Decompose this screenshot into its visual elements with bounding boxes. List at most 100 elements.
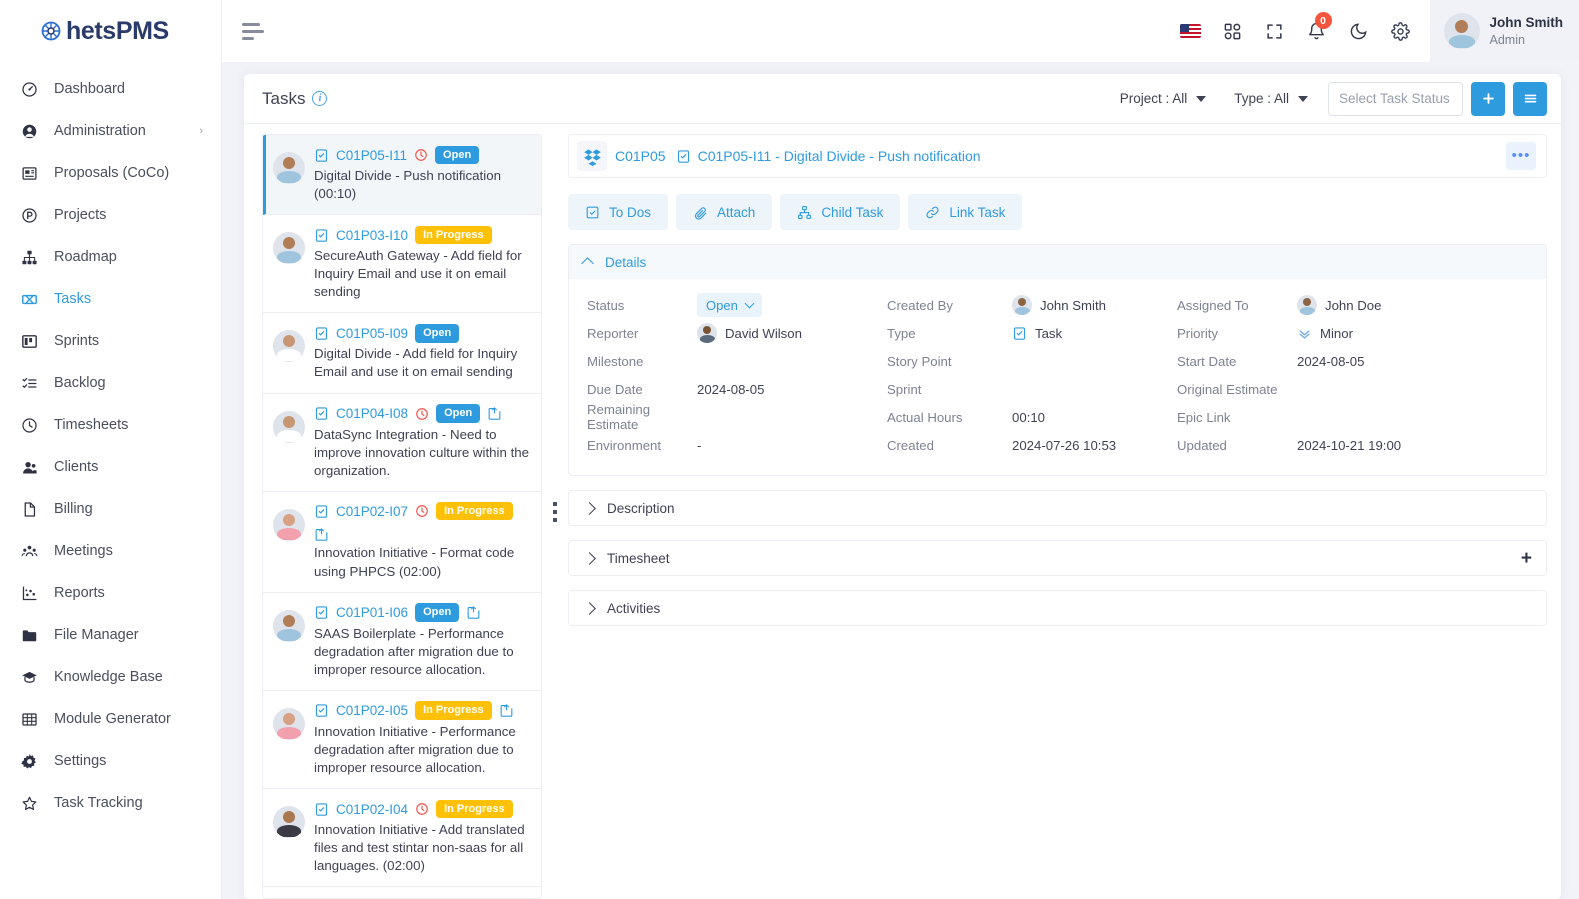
task-check-icon: [676, 149, 691, 164]
sidebar-item-dashboard[interactable]: Dashboard: [0, 68, 221, 110]
task-key-link[interactable]: C01P04-I08: [336, 406, 408, 421]
field-label-type: Type: [887, 325, 916, 341]
task-key-link[interactable]: C01P02-I07: [336, 504, 408, 519]
field-label-assigned-to: Assigned To: [1177, 297, 1249, 313]
field-label-environment: Environment: [587, 437, 662, 453]
upload-icon[interactable]: [499, 703, 514, 718]
apps-grid-icon[interactable]: [1212, 0, 1254, 62]
status-badge: In Progress: [415, 225, 492, 245]
avatar: [1012, 295, 1032, 315]
settings-gear-icon[interactable]: [1380, 0, 1422, 62]
avatar: [273, 330, 305, 363]
field-value-priority: Minor: [1297, 319, 1528, 347]
timesheet-panel-label: Timesheet: [607, 550, 670, 566]
brand-logo[interactable]: hetsPMS: [0, 0, 221, 62]
status-dropdown[interactable]: Open: [697, 293, 762, 317]
chevron-right-icon: [583, 501, 596, 515]
sidebar-item-projects[interactable]: Projects: [0, 194, 221, 236]
sidebar-item-roadmap[interactable]: Roadmap: [0, 236, 221, 278]
timesheet-panel-header[interactable]: Timesheet +: [569, 541, 1546, 575]
sidebar-item-clients[interactable]: Clients: [0, 446, 221, 488]
upload-icon[interactable]: [466, 605, 481, 620]
task-list-item[interactable]: C01P04-I08 Open DataSync Integration - Nee…: [263, 394, 541, 492]
notification-badge: 0: [1314, 12, 1332, 29]
field-label-sprint: Sprint: [887, 381, 922, 397]
upload-icon[interactable]: [314, 527, 329, 542]
field-label-actual-hours: Actual Hours: [887, 409, 963, 425]
dropbox-icon: [577, 141, 607, 171]
list-view-button[interactable]: [1513, 81, 1547, 116]
sidebar-item-tasks[interactable]: Tasks: [0, 278, 221, 320]
main-area: 0 John Smith Admin Tasks i Project: All…: [222, 0, 1579, 899]
sidebar-item-meetings[interactable]: Meetings: [0, 530, 221, 572]
task-list-item[interactable]: C01P01-I06 Open SAAS Boilerplate - Perform…: [263, 593, 541, 691]
gauge-icon: [18, 78, 40, 100]
task-key-link[interactable]: C01P05-I11: [336, 148, 407, 163]
sidebar-toggle-icon[interactable]: [242, 17, 270, 45]
sidebar-item-reports[interactable]: Reports: [0, 572, 221, 614]
avatar: [273, 609, 305, 642]
sidebar-item-settings[interactable]: Settings: [0, 740, 221, 782]
task-status-input[interactable]: [1328, 81, 1463, 116]
link-icon: [926, 206, 939, 218]
task-key-link[interactable]: C01P03-I10: [336, 228, 408, 243]
task-list-item[interactable]: C01P02-I05 In Progress Innovation Initiati…: [263, 691, 541, 790]
field-value-epic-link: [1297, 403, 1528, 431]
sidebar-item-module-generator[interactable]: Module Generator: [0, 698, 221, 740]
sidebar-item-knowledge-base[interactable]: Knowledge Base: [0, 656, 221, 698]
task-key-link[interactable]: C01P02-I04: [336, 802, 408, 817]
task-list-item[interactable]: C01P04-I03OpenDataSync Integration - Add…: [263, 887, 541, 898]
notifications-button[interactable]: 0: [1296, 0, 1338, 62]
sidebar-item-sprints[interactable]: Sprints: [0, 320, 221, 362]
status-badge: Open: [435, 145, 480, 165]
upload-icon[interactable]: [487, 406, 502, 421]
language-selector[interactable]: [1170, 0, 1212, 62]
sidebar-item-label: Task Tracking: [54, 795, 143, 811]
status-badge: In Progress: [436, 501, 513, 521]
add-task-button[interactable]: [1471, 81, 1505, 116]
task-key-link[interactable]: C01P02-I05: [336, 703, 408, 718]
field-value-type: Task: [1012, 319, 1177, 347]
description-panel: Description: [568, 490, 1547, 526]
user-menu[interactable]: John Smith Admin: [1429, 0, 1579, 62]
task-list-item[interactable]: C01P05-I09 Open Digital Divide - Add field…: [263, 313, 541, 394]
tab-child-task[interactable]: Child Task: [780, 194, 901, 230]
type-filter[interactable]: Type : All: [1220, 91, 1322, 106]
task-title: SecureAuth Gateway - Add field for Inqui…: [314, 248, 522, 300]
tab-to-dos[interactable]: To Dos: [568, 194, 669, 230]
theme-toggle-icon[interactable]: [1338, 0, 1380, 62]
sidebar-item-backlog[interactable]: Backlog: [0, 362, 221, 404]
task-list-item[interactable]: C01P02-I04 In Progress Innovation Initiati…: [263, 789, 541, 888]
details-panel-header[interactable]: Details: [569, 245, 1546, 279]
tab-attach[interactable]: Attach: [676, 194, 773, 230]
task-list[interactable]: C01P05-I11 Open Digital Divide - Push noti…: [262, 134, 542, 899]
activities-panel-header[interactable]: Activities: [569, 591, 1546, 625]
chevron-right-icon: ›: [199, 125, 203, 137]
sidebar-item-task-tracking[interactable]: Task Tracking: [0, 782, 221, 824]
task-key-link[interactable]: C01P01-I06: [336, 605, 408, 620]
sidebar-item-proposals-coco[interactable]: Proposals (CoCo): [0, 152, 221, 194]
clock-icon: [415, 802, 429, 816]
info-icon[interactable]: i: [312, 91, 328, 106]
breadcrumb-task[interactable]: C01P05-I11 - Digital Divide - Push notif…: [698, 148, 981, 164]
task-list-item[interactable]: C01P03-I10 In Progress SecureAuth Gateway …: [263, 215, 541, 314]
sidebar-item-file-manager[interactable]: File Manager: [0, 614, 221, 656]
description-panel-header[interactable]: Description: [569, 491, 1546, 525]
add-timesheet-icon[interactable]: +: [1521, 549, 1532, 568]
task-title: Digital Divide - Add field for Inquiry E…: [314, 346, 518, 380]
sidebar-item-administration[interactable]: Administration ›: [0, 110, 221, 152]
tab-link-task[interactable]: Link Task: [908, 194, 1023, 230]
breadcrumb-project[interactable]: C01P05: [615, 148, 666, 164]
sidebar-item-billing[interactable]: Billing: [0, 488, 221, 530]
chart-scatter-icon: [18, 582, 40, 604]
gear-icon: [18, 750, 40, 772]
sidebar-item-timesheets[interactable]: Timesheets: [0, 404, 221, 446]
ellipsis-icon[interactable]: •••: [1506, 142, 1536, 170]
project-filter[interactable]: Project : All: [1106, 91, 1221, 106]
fullscreen-icon[interactable]: [1254, 0, 1296, 62]
ticket-icon: [18, 288, 40, 310]
task-list-item[interactable]: C01P02-I07 In Progress Innovation Initiati…: [263, 492, 541, 593]
task-list-item[interactable]: C01P05-I11 Open Digital Divide - Push noti…: [263, 135, 541, 216]
task-key-link[interactable]: C01P05-I09: [336, 326, 408, 341]
panel-resize-handle[interactable]: [548, 124, 562, 899]
